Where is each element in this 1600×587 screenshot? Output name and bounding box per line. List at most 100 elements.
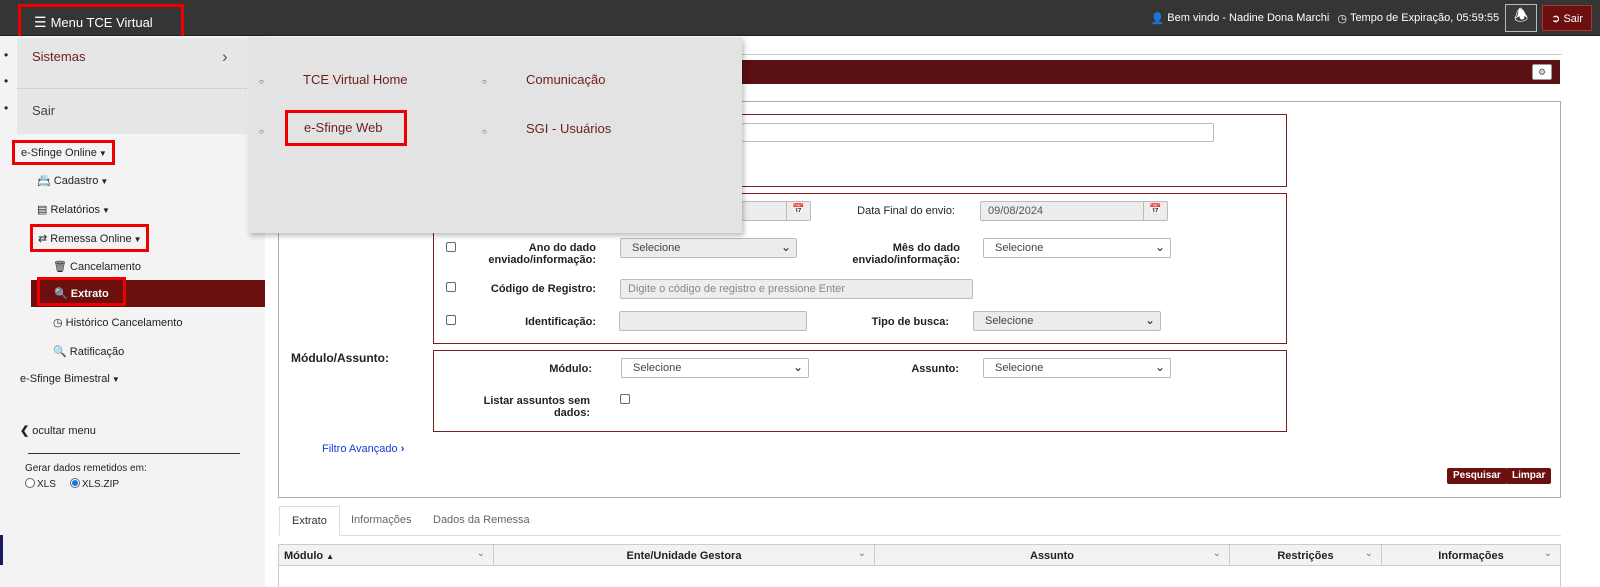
chevron-right-icon[interactable]: ›	[222, 47, 228, 67]
radio-circle-selected[interactable]	[69, 478, 80, 488]
chevron-down-icon[interactable]: ⌄	[1544, 548, 1552, 559]
sidebar-item-cancelamento[interactable]: 🗑 Cancelamento	[53, 260, 141, 273]
sidebar-item-remessa-online[interactable]: ⇄ Remessa Online ▼	[30, 224, 149, 252]
sidebar-item-cadastro[interactable]: 📇 Cadastro ▼	[37, 174, 108, 187]
sidebar-label: Cancelamento	[70, 261, 141, 273]
calendar-icon[interactable]: 📅	[786, 202, 810, 220]
column-label: Restrições	[1277, 550, 1334, 562]
radio-xls[interactable]: XLS	[25, 478, 56, 490]
sidebar-item-esfinge-online[interactable]: e-Sfinge Online ▼	[12, 140, 115, 165]
checkbox-identificacao[interactable]	[446, 315, 456, 325]
top-right-area: 👤 Bem vindo - Nadine Dona Marchi ◷ Tempo…	[1151, 0, 1600, 36]
chevron-down-icon[interactable]: ⌄	[858, 548, 866, 559]
radio-xlszip[interactable]: XLS.ZIP	[69, 478, 120, 490]
mes-value: Selecione	[995, 242, 1044, 254]
search-icon: 🔍	[54, 288, 68, 300]
checkbox-listar[interactable]	[620, 394, 630, 404]
pesquisar-button[interactable]: Pesquisar	[1447, 468, 1507, 484]
sidebar-label: Relatórios	[50, 204, 100, 216]
caret-down-icon: ▼	[133, 235, 142, 244]
ano-select[interactable]: Selecione ⌄	[620, 238, 797, 258]
tab-informacoes[interactable]: Informações	[339, 506, 424, 536]
column-modulo[interactable]: Módulo ▲ ⌄	[279, 545, 494, 566]
hide-menu-link[interactable]: ❮ ocultar menu	[20, 424, 96, 437]
bullet: ○	[482, 127, 487, 136]
checkbox-codigo[interactable]	[446, 282, 456, 292]
column-restricoes[interactable]: Restrições ⌄	[1230, 545, 1382, 566]
assunto-value: Selecione	[995, 362, 1044, 374]
settings-button[interactable]: ⚙	[1532, 64, 1552, 80]
caret-down-icon: ▼	[98, 149, 107, 158]
sidebar-label: Remessa Online	[50, 233, 132, 245]
column-label: Assunto	[1030, 550, 1074, 562]
sidebar-label: Cadastro	[53, 175, 99, 187]
tipo-busca-value: Selecione	[985, 315, 1034, 327]
hide-menu-label: ocultar menu	[32, 425, 96, 437]
column-label: Módulo	[284, 550, 324, 562]
trash-icon: 🗑	[53, 261, 67, 273]
logout-button[interactable]: ➲ Sair	[1542, 5, 1592, 31]
sidebar-item-relatorios[interactable]: ▤ Relatórios ▼	[37, 203, 110, 216]
mes-select[interactable]: Selecione ⌄	[983, 238, 1171, 258]
tab-extrato[interactable]: Extrato	[279, 506, 340, 536]
divider	[28, 453, 240, 454]
column-informacoes[interactable]: Informações ⌄	[1382, 545, 1560, 566]
codigo-input[interactable]: Digite o código de registro e pressione …	[620, 279, 973, 299]
column-ente[interactable]: Ente/Unidade Gestora ⌄	[494, 545, 875, 566]
text-field-top[interactable]	[742, 123, 1214, 142]
chevron-down-icon[interactable]: ⌄	[1365, 548, 1373, 559]
chevron-down-icon[interactable]: ⌄	[477, 548, 485, 559]
sidebar-item-extrato[interactable]: 🔍 Extrato	[37, 277, 126, 306]
tipo-busca-select[interactable]: Selecione ⌄	[973, 311, 1161, 331]
modulo-value: Selecione	[633, 362, 682, 374]
submenu-item-esfinge-web[interactable]: e-Sfinge Web	[285, 110, 407, 146]
menu-item-sair[interactable]: Sair	[32, 103, 55, 118]
sidebar-item-ratificacao[interactable]: 🔍 Ratificação	[53, 345, 124, 358]
clock-icon: ◷	[53, 317, 63, 329]
chevron-down-icon[interactable]: ⌄	[1213, 548, 1221, 559]
sort-asc-icon: ▲	[326, 552, 335, 561]
identificacao-input[interactable]	[619, 311, 807, 331]
logout-label: Sair	[1563, 13, 1583, 25]
date-start-field[interactable]: 📅	[742, 201, 811, 221]
tipo-busca-label: Tipo de busca:	[871, 316, 949, 328]
bullet: •	[4, 74, 9, 88]
filtro-avancado-link[interactable]: Filtro Avançado ›	[322, 443, 404, 455]
assunto-label: Assunto:	[911, 363, 959, 375]
caret-down-icon: ▼	[111, 375, 120, 384]
submenu-item-tce-home[interactable]: TCE Virtual Home	[303, 72, 408, 87]
modulo-select[interactable]: Selecione ⌄	[621, 358, 809, 378]
bullet: ○	[259, 127, 264, 136]
clock-icon: ◷	[1337, 12, 1347, 25]
search-icon: 🔍	[53, 346, 67, 358]
notifications-bell-icon[interactable]: 🕭	[1505, 4, 1538, 32]
radio-xlszip-label: XLS.ZIP	[81, 479, 120, 490]
sidebar-item-historico-cancelamento[interactable]: ◷ Histórico Cancelamento	[53, 316, 182, 329]
limpar-button[interactable]: Limpar	[1506, 468, 1552, 484]
submenu-item-sgi-usuarios[interactable]: SGI - Usuários	[526, 121, 611, 136]
submenu-item-comunicacao[interactable]: Comunicação	[526, 72, 606, 87]
circle-chevron-left-icon: ❮	[20, 425, 30, 437]
divider	[742, 54, 1562, 55]
menu-tce-virtual-button[interactable]: ☰ Menu TCE Virtual	[18, 4, 184, 40]
sidebar-label: Extrato	[70, 288, 109, 300]
radio-circle[interactable]	[25, 478, 35, 488]
sidebar-item-esfinge-bimestral[interactable]: e-Sfinge Bimestral ▼	[20, 373, 120, 385]
id-card-icon: 📇	[37, 175, 51, 187]
data-final-field[interactable]: 09/08/2024 📅	[980, 201, 1168, 221]
checkbox-ano[interactable]	[446, 242, 456, 252]
chevron-down-icon: ⌄	[1144, 313, 1155, 327]
calendar-icon[interactable]: 📅	[1143, 202, 1167, 220]
tab-dados-remessa[interactable]: Dados da Remessa	[421, 506, 542, 536]
radio-xls-label: XLS	[37, 479, 56, 490]
menu-item-sistemas[interactable]: Sistemas	[32, 49, 85, 64]
hamburger-icon: ☰	[34, 14, 47, 30]
table-icon: ▤	[37, 204, 48, 216]
column-assunto[interactable]: Assunto ⌄	[875, 545, 1230, 566]
modulo-label: Módulo:	[549, 363, 592, 375]
assunto-select[interactable]: Selecione ⌄	[983, 358, 1171, 378]
sidebar-label: Ratificação	[69, 346, 125, 358]
chevron-right-icon: ›	[400, 443, 405, 455]
bullet: ○	[482, 77, 487, 86]
codigo-label: Código de Registro:	[490, 283, 596, 295]
